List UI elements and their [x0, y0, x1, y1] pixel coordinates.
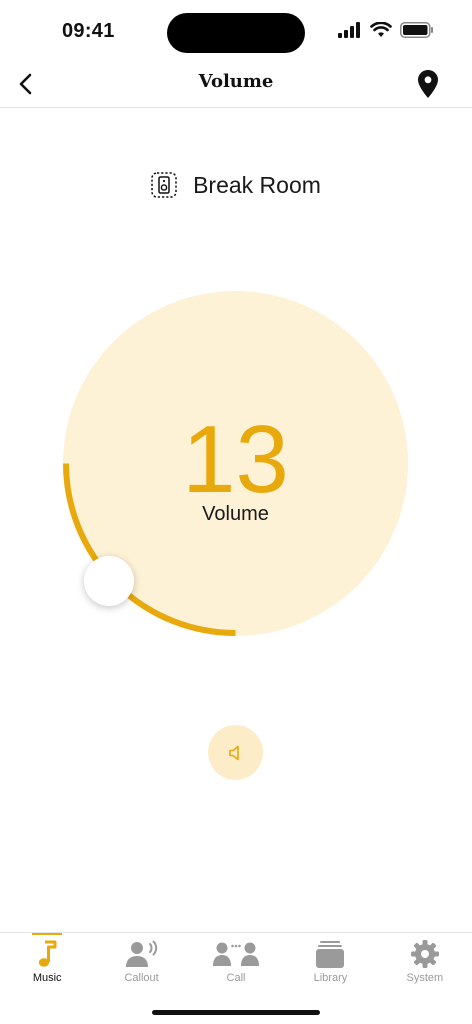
volume-knob[interactable] [84, 556, 134, 606]
home-indicator [152, 1010, 320, 1015]
active-tab-indicator [32, 933, 63, 935]
call-icon [213, 942, 260, 966]
volume-value: 13 [182, 406, 289, 513]
music-note-icon [39, 940, 57, 967]
callout-icon [125, 940, 157, 967]
location-pin-icon [418, 70, 438, 98]
wifi-icon [370, 22, 392, 37]
dynamic-island [167, 13, 305, 53]
zone-name: Break Room [193, 171, 321, 198]
tab-library[interactable]: Library [283, 933, 377, 992]
volume-label: Volume [202, 503, 269, 525]
gear-icon [410, 940, 439, 968]
speaker-volume-icon [228, 745, 239, 760]
signal-icon [338, 22, 360, 38]
location-button[interactable] [410, 66, 446, 102]
tab-system[interactable]: System [378, 933, 472, 992]
library-icon [316, 941, 345, 968]
tab-label: Library [313, 972, 348, 984]
tab-label: System [406, 972, 444, 984]
nav-bar: Volume [0, 62, 472, 108]
tab-music[interactable]: Music [0, 933, 94, 992]
status-bar: 09:41 [0, 0, 472, 62]
tab-label: Music [32, 972, 62, 984]
speaker-icon [151, 172, 177, 198]
tab-label: Call [226, 972, 246, 984]
battery-icon [400, 22, 433, 38]
mute-button[interactable] [208, 725, 263, 780]
status-time: 09:41 [62, 20, 115, 42]
page-title: Volume [198, 71, 274, 92]
tab-bar: Music Callout Call Library System [0, 932, 472, 992]
tab-call[interactable]: Call [189, 933, 283, 992]
tab-label: Callout [124, 972, 159, 984]
status-icons [338, 22, 434, 38]
zone-header: Break Room [0, 168, 472, 202]
tab-callout[interactable]: Callout [94, 933, 188, 992]
